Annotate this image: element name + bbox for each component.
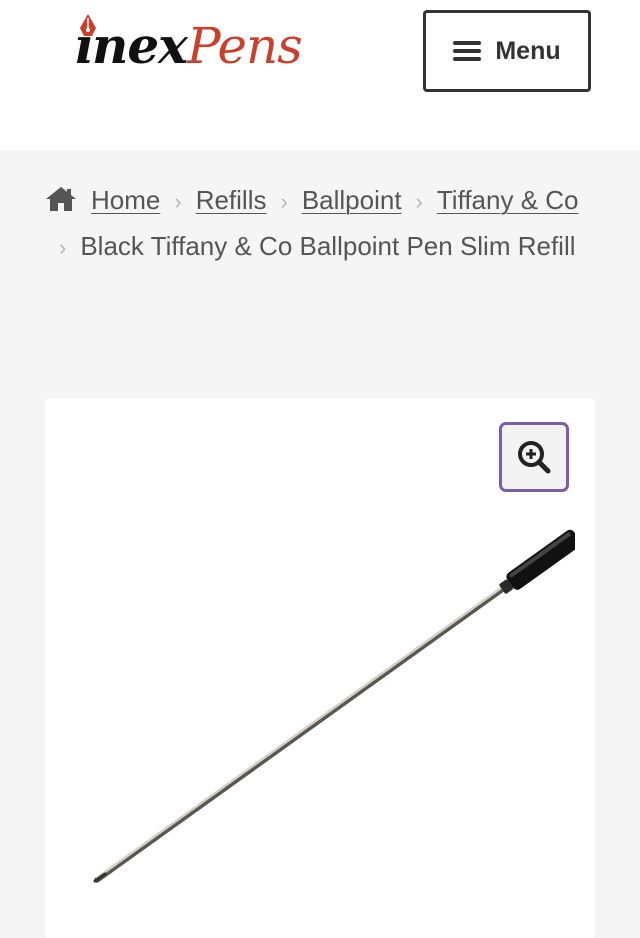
site-logo[interactable]: ınexPens (74, 14, 334, 84)
breadcrumb-link-refills[interactable]: Refills (196, 185, 267, 215)
hamburger-icon (453, 41, 482, 61)
product-image[interactable] (75, 508, 575, 908)
chevron-right-icon: › (59, 235, 67, 260)
site-header: ınexPens Menu (0, 0, 640, 150)
zoom-in-icon (518, 441, 551, 474)
logo-text-dark: ınex (74, 16, 188, 75)
breadcrumb-current: Black Tiffany & Co Ballpoint Pen Slim Re… (80, 231, 576, 261)
zoom-button[interactable] (499, 422, 569, 492)
breadcrumb-link-tiffany[interactable]: Tiffany & Co (437, 185, 579, 215)
product-gallery (45, 398, 595, 938)
breadcrumb: Home › Refills › Ballpoint › Tiffany & Co › Blac… (45, 178, 585, 270)
menu-button[interactable]: Menu (423, 10, 591, 92)
logo-text-red: Pens (186, 17, 303, 75)
breadcrumb-link-home[interactable]: Home (91, 185, 160, 215)
logo-text: ınexPens (74, 16, 303, 76)
menu-label: Menu (495, 36, 561, 65)
breadcrumb-link-ballpoint[interactable]: Ballpoint (302, 185, 402, 215)
chevron-right-icon: › (280, 189, 288, 214)
chevron-right-icon: › (174, 189, 182, 214)
home-icon (46, 187, 76, 211)
chevron-right-icon: › (415, 189, 423, 214)
